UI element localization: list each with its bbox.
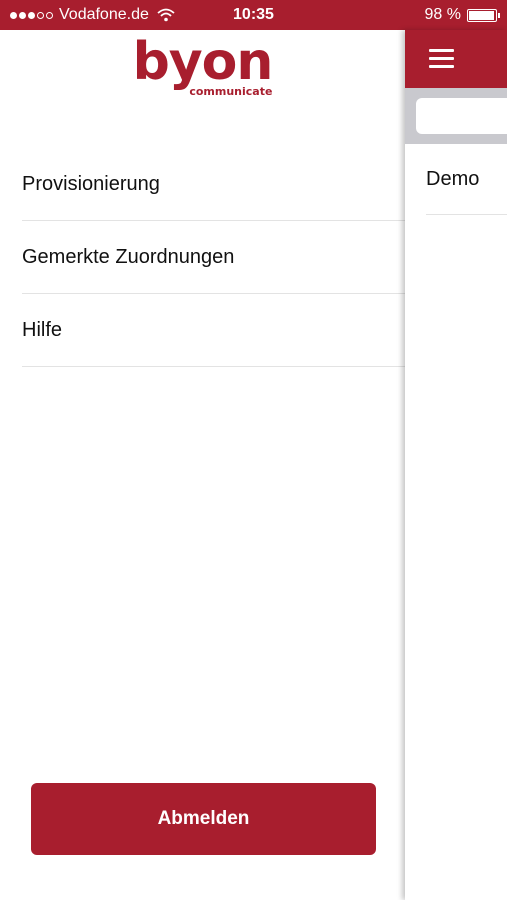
logo-text: byon (132, 32, 274, 92)
battery-fill (469, 10, 495, 20)
logo-wordmark: byon communicate (132, 32, 274, 98)
list-item-label: Demo (426, 167, 480, 190)
side-drawer: byon communicate Provisionierung Gemerkt… (0, 30, 405, 900)
main-panel: Demo (405, 30, 507, 900)
list-item-demo[interactable]: Demo (426, 144, 507, 215)
battery-tip (498, 12, 500, 18)
menu-item-label: Gemerkte Zuordnungen (22, 245, 235, 268)
app-screen: Vodafone.de 10:35 98 % byon communicate (0, 0, 507, 900)
main-header (405, 30, 507, 88)
hamburger-line (429, 49, 454, 52)
menu-item-label: Hilfe (22, 318, 63, 341)
battery-percentage: 98 % (424, 6, 461, 23)
menu-item-provisionierung[interactable]: Provisionierung (22, 148, 405, 221)
status-right: 98 % (424, 6, 500, 24)
search-input[interactable] (416, 98, 507, 134)
logo-subtext: communicate (189, 85, 273, 98)
logout-button[interactable]: Abmelden (31, 783, 376, 855)
menu-item-gemerkte-zuordnungen[interactable]: Gemerkte Zuordnungen (22, 221, 405, 294)
hamburger-line (429, 57, 454, 60)
menu-item-label: Provisionierung (22, 172, 160, 195)
byon-logo: byon communicate (0, 32, 405, 98)
search-bar (405, 88, 507, 144)
hamburger-line (429, 65, 454, 68)
menu-item-hilfe[interactable]: Hilfe (22, 294, 405, 367)
status-bar: Vodafone.de 10:35 98 % (0, 0, 507, 30)
hamburger-icon[interactable] (429, 49, 454, 69)
battery-icon (467, 8, 500, 22)
drawer-menu: Provisionierung Gemerkte Zuordnungen Hil… (22, 148, 405, 367)
